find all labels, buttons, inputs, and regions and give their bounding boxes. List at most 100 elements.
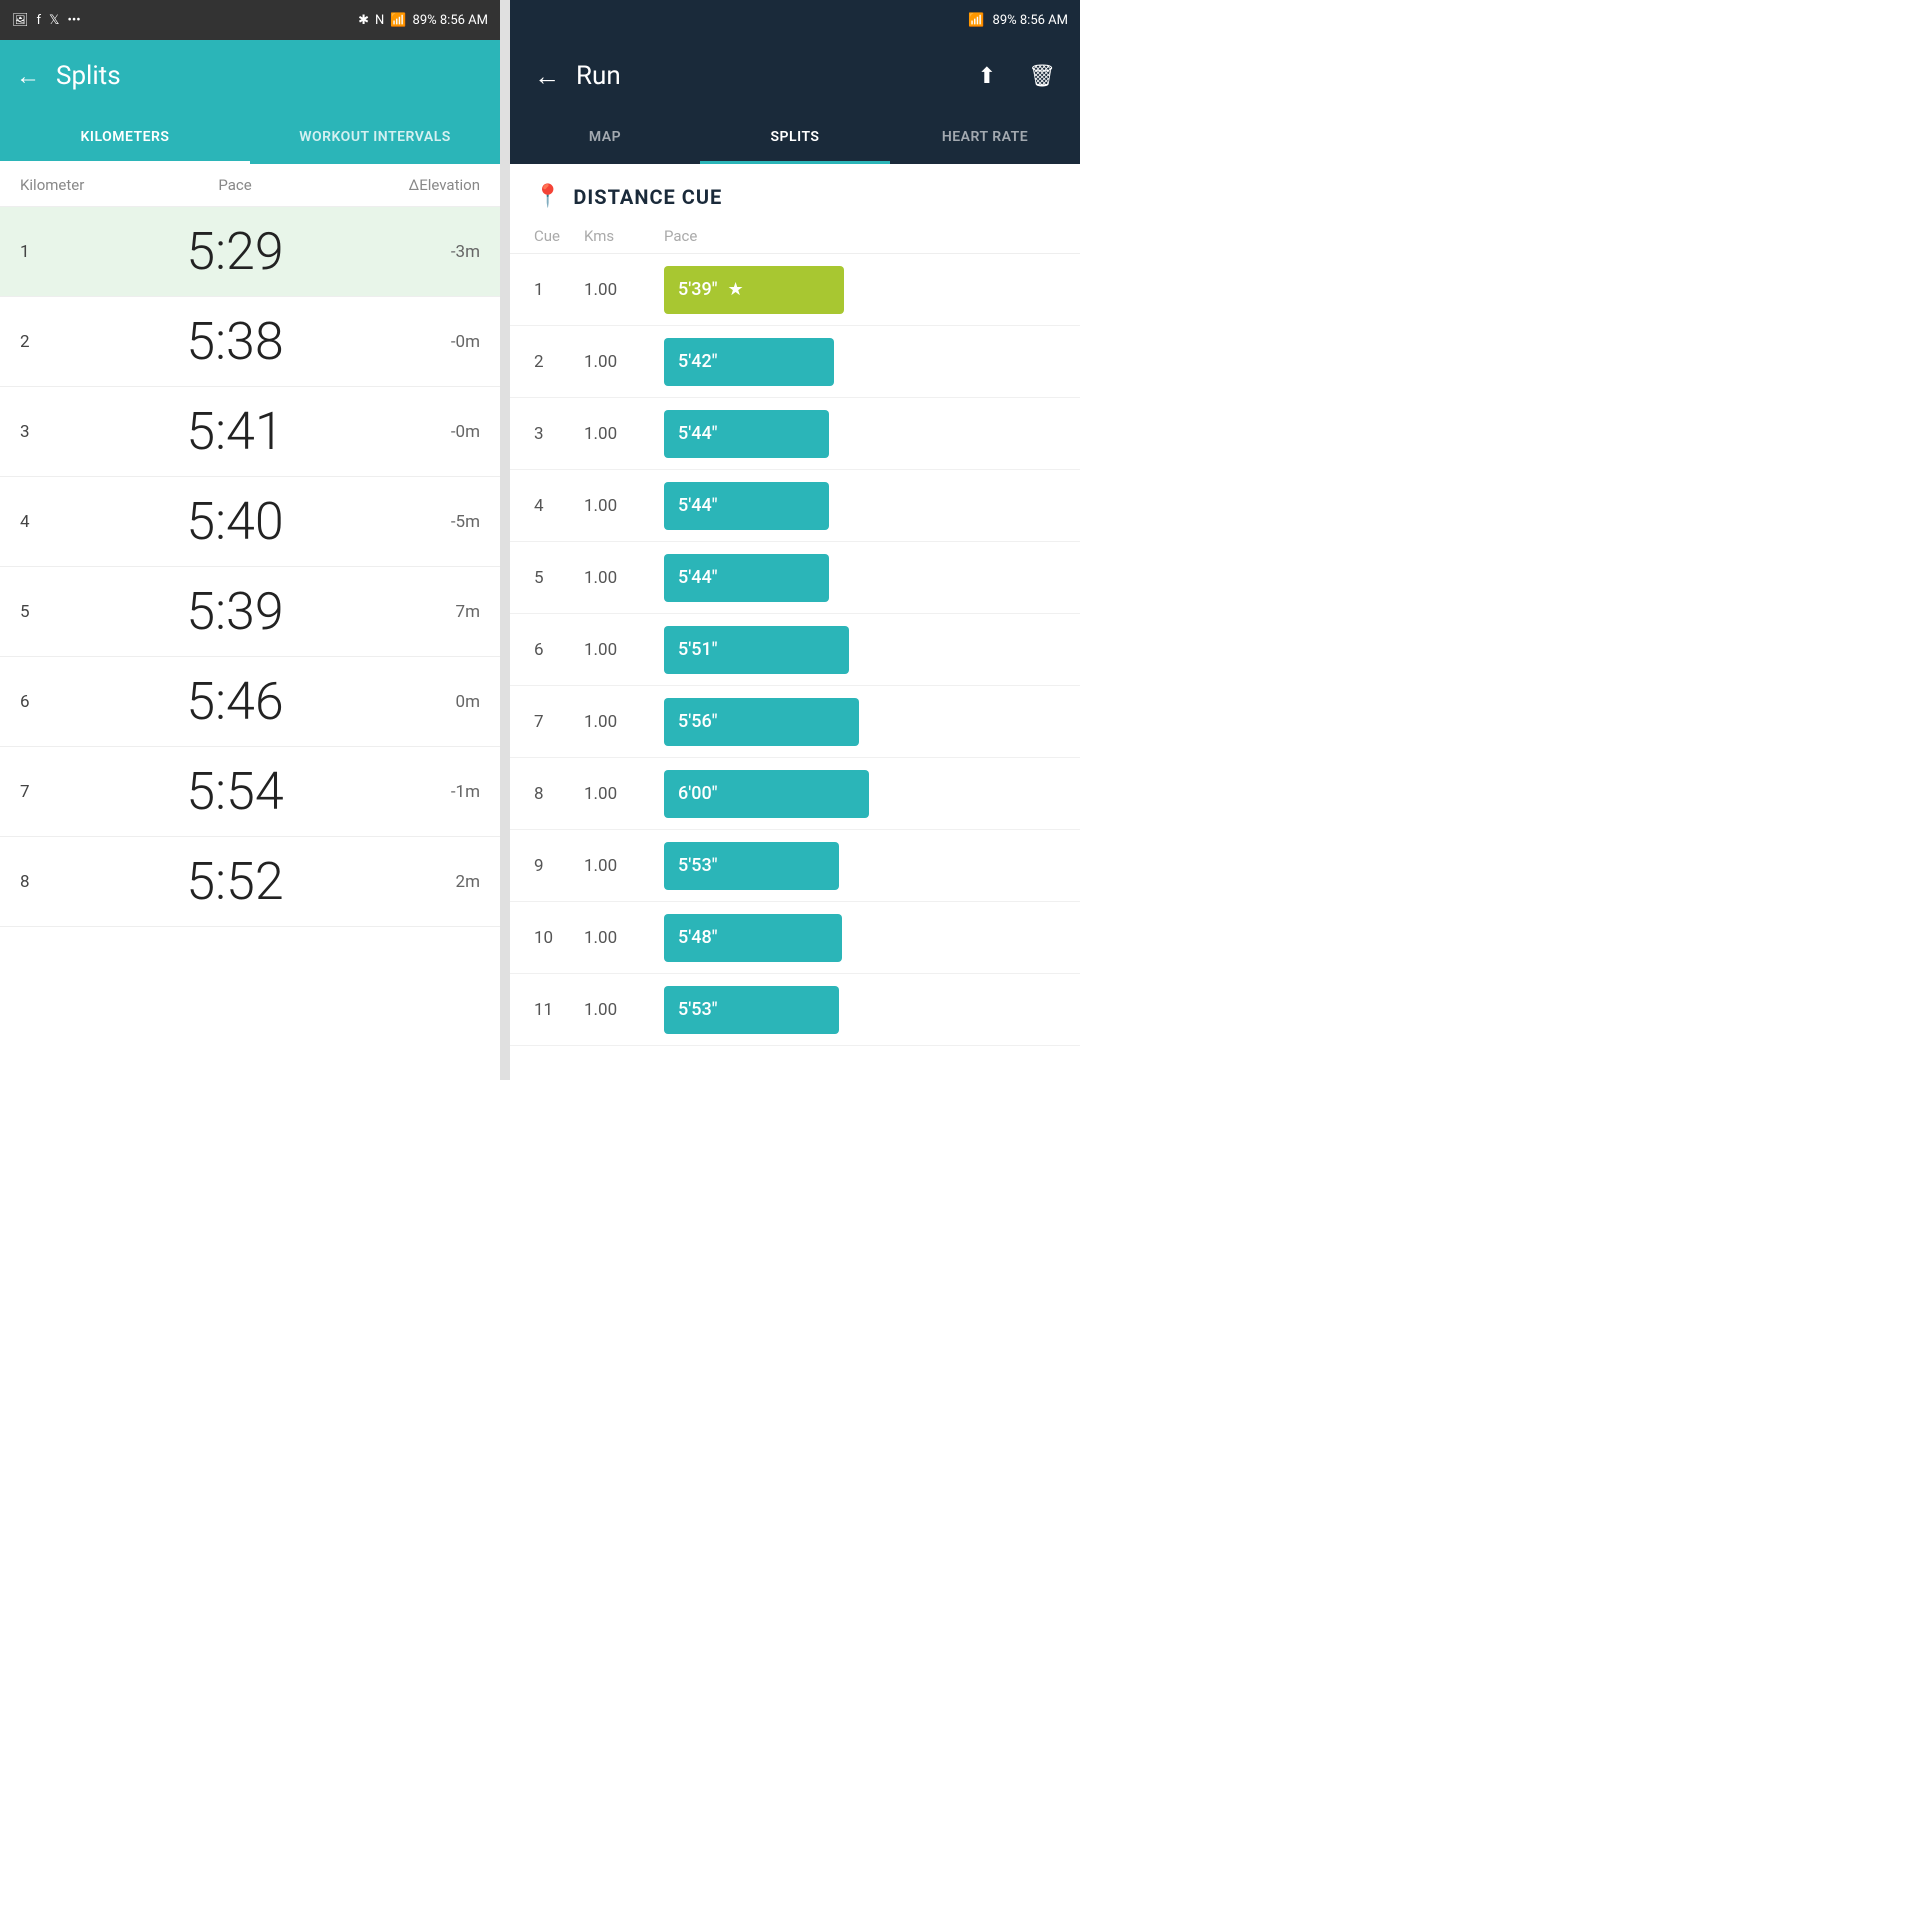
left-header: ← Splits [0,40,500,112]
pace-bar: 5'53" [664,986,839,1034]
split-num: 2 [20,332,80,352]
cue-row: 6 1.00 5'51" [510,614,1080,686]
cue-pace-bar: 6'00" [664,770,1056,818]
cue-kms: 1.00 [584,712,664,732]
back-button[interactable]: ← [16,62,40,91]
cue-row: 2 1.00 5'42" [510,326,1080,398]
pace-bar: 5'39" ★ [664,266,844,314]
tab-map[interactable]: MAP [510,112,700,164]
cue-pace-bar: 5'51" [664,626,1056,674]
split-elevation: -1m [390,782,480,802]
split-num: 6 [20,692,80,712]
tab-workout-intervals[interactable]: WORKOUT INTERVALS [250,112,500,164]
split-elevation: 0m [390,692,480,712]
left-panel: 🖼 f 𝕏 ••• ✱ N 📶 89% 8:56 AM ← Splits KIL… [0,0,500,1080]
star-icon: ★ [727,279,743,300]
split-num: 1 [20,242,80,262]
pace-bar: 5'42" [664,338,834,386]
pin-icon: 📍 [534,184,561,209]
pace-bar: 6'00" [664,770,869,818]
col-pace-label: Pace [80,176,390,194]
photo-icon: 🖼 [12,13,29,28]
distance-cue-header: 📍 DISTANCE CUE [510,164,1080,219]
cue-num: 11 [534,1000,584,1020]
split-pace: 5:29 [80,221,390,282]
split-row: 7 5:54 -1m [0,747,500,837]
split-pace: 5:54 [80,761,390,822]
cue-kms: 1.00 [584,496,664,516]
left-tabs: KILOMETERS WORKOUT INTERVALS [0,112,500,164]
right-panel: 📶 89% 8:56 AM ← Run ⬆ 🗑 MAP SPLITS HEART… [510,0,1080,1080]
battery-text: 89% 8:56 AM [413,13,488,28]
split-row: 2 5:38 -0m [0,297,500,387]
tab-kilometers[interactable]: KILOMETERS [0,112,250,164]
split-pace: 5:46 [80,671,390,732]
cue-pace-bar: 5'39" ★ [664,266,1056,314]
split-row: 1 5:29 -3m [0,207,500,297]
split-num: 7 [20,782,80,802]
cue-pace-bar: 5'53" [664,986,1056,1034]
pace-value: 5'39" [678,279,717,300]
share-button[interactable]: ⬆ [978,64,996,89]
cue-num: 5 [534,568,584,588]
splits-list: 1 5:29 -3m 2 5:38 -0m 3 5:41 -0m 4 5:40 … [0,207,500,1080]
split-row: 6 5:46 0m [0,657,500,747]
cue-num: 6 [534,640,584,660]
pace-value: 5'48" [678,927,717,948]
cue-pace-bar: 5'44" [664,410,1056,458]
split-row: 4 5:40 -5m [0,477,500,567]
cue-pace-bar: 5'44" [664,554,1056,602]
cue-kms: 1.00 [584,280,664,300]
cue-row: 3 1.00 5'44" [510,398,1080,470]
page-title: Splits [56,61,121,91]
split-row: 3 5:41 -0m [0,387,500,477]
split-elevation: -0m [390,422,480,442]
split-elevation: -0m [390,332,480,352]
split-row: 8 5:52 2m [0,837,500,927]
col-headers: Kilometer Pace ΔElevation [0,164,500,207]
right-tabs: MAP SPLITS HEART RATE [510,112,1080,164]
cue-pace-bar: 5'44" [664,482,1056,530]
status-bar-left: 🖼 f 𝕏 ••• ✱ N 📶 89% 8:56 AM [0,0,500,40]
right-header: ← Run ⬆ 🗑 [510,40,1080,112]
tab-splits[interactable]: SPLITS [700,112,890,164]
nfc-icon: N [375,13,384,28]
cue-row: 11 1.00 5'53" [510,974,1080,1046]
panel-divider [500,0,510,1080]
split-num: 4 [20,512,80,532]
pace-value: 5'44" [678,567,717,588]
status-bar-right: 📶 89% 8:56 AM [510,0,1080,40]
twitter-icon: 𝕏 [49,13,59,28]
split-num: 5 [20,602,80,622]
cue-kms: 1.00 [584,928,664,948]
tab-heart-rate[interactable]: HEART RATE [890,112,1080,164]
cue-num: 4 [534,496,584,516]
cue-pace-bar: 5'48" [664,914,1056,962]
cue-row: 10 1.00 5'48" [510,902,1080,974]
cue-num: 10 [534,928,584,948]
cue-list: 1 1.00 5'39" ★ 2 1.00 5'42" 3 1.00 5'44"… [510,254,1080,1080]
wifi-icon: 📶 [390,13,406,28]
cue-row: 8 1.00 6'00" [510,758,1080,830]
distance-cue-title: DISTANCE CUE [573,185,722,209]
pace-bar: 5'53" [664,842,839,890]
cue-row: 4 1.00 5'44" [510,470,1080,542]
split-elevation: -5m [390,512,480,532]
split-pace: 5:52 [80,851,390,912]
pace-bar: 5'56" [664,698,859,746]
cue-kms: 1.00 [584,568,664,588]
back-button-right[interactable]: ← [534,61,560,92]
cue-kms: 1.00 [584,784,664,804]
pace-value: 5'44" [678,423,717,444]
split-elevation: 7m [390,602,480,622]
status-right: ✱ N 📶 89% 8:56 AM [358,13,488,28]
wifi-icon-right: 📶 [968,13,984,28]
pace-value: 6'00" [678,783,717,804]
cue-num: 2 [534,352,584,372]
cue-kms: 1.00 [584,1000,664,1020]
cue-pace-bar: 5'42" [664,338,1056,386]
delete-button[interactable]: 🗑 [1028,64,1056,89]
right-col-headers: Cue Kms Pace [510,219,1080,254]
bluetooth-icon: ✱ [358,13,369,28]
cue-pace-bar: 5'53" [664,842,1056,890]
